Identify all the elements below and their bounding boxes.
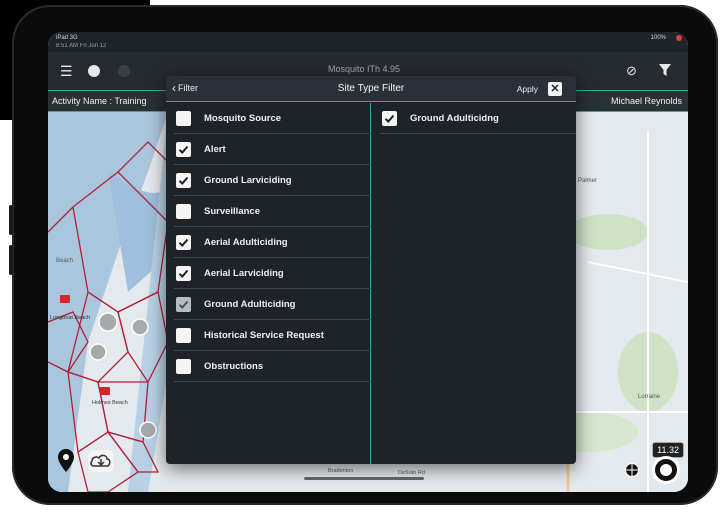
volume-button [9,245,13,275]
filter-option-row[interactable]: Historical Service Request [174,320,371,351]
modal-title: Site Type Filter [337,83,405,94]
map-label: Lorraine [638,394,661,400]
globe-icon[interactable] [624,462,640,478]
filter-option-row[interactable]: Alert [174,134,371,165]
checkbox-unchecked[interactable] [176,110,191,126]
filter-option-row[interactable]: Mosquito Source [174,103,371,134]
user-name: Michael Reynolds [610,96,682,106]
checkbox-checked[interactable] [176,141,191,157]
checkmark-icon [178,269,189,278]
filter-option-label: Ground Adulticiding [204,298,296,310]
filter-option-row[interactable]: Surveillance [174,196,371,227]
volume-button [9,205,13,235]
activity-name: Activity Name : Training [52,96,147,106]
gps-locate-icon[interactable] [652,456,680,484]
map-label: Bradenton [328,468,353,474]
filter-option-row[interactable]: Aerial Larviciding [174,258,371,289]
checkmark-icon [178,145,189,154]
checkbox-unchecked[interactable] [176,327,191,343]
checkmark-icon [178,300,189,309]
status-circle-icon[interactable] [88,65,100,77]
filter-option-label: Aerial Larviciding [204,267,284,279]
checkbox-unchecked[interactable] [176,358,191,374]
screenshot-stage: iPad 3G 8:51 AM Fri Jun 12 100% ☰ Mosqui… [0,0,727,512]
app-screen: iPad 3G 8:51 AM Fri Jun 12 100% ☰ Mosqui… [48,32,688,492]
status-bar: iPad 3G 8:51 AM Fri Jun 12 100% [48,32,688,52]
checkbox-checked[interactable] [176,172,191,188]
map-label: Longboat Beach [50,315,90,321]
status-time: 8:51 AM Fri Jun 12 [56,43,107,49]
site-type-list: Mosquito Source Alert Ground Larviciding Su… [166,103,371,464]
record-indicator-icon [676,35,682,41]
filter-option-row[interactable]: Ground Adulticidng [380,103,576,134]
selected-type-list: Ground Adulticidng [372,103,576,464]
filter-option-label: Obstructions [204,360,264,372]
home-indicator [304,477,424,480]
map-label: Palmer [578,178,597,184]
checkmark-icon [178,176,189,185]
filter-option-label: Ground Adulticidng [410,112,499,124]
checkmark-icon [178,238,189,247]
filter-option-row[interactable]: Ground Larviciding [174,165,371,196]
filter-option-row[interactable]: Obstructions [174,351,371,382]
filter-option-label: Mosquito Source [204,112,282,124]
status-circle-dim-icon[interactable] [118,65,130,77]
checkbox-unchecked[interactable] [176,203,191,219]
filter-option-label: Aerial Adulticiding [204,236,288,248]
cloud-sync-icon[interactable] [88,450,114,472]
map-label: DeSoto Rd [398,470,425,476]
filter-option-label: Ground Larviciding [204,174,292,186]
battery-level: 100% [650,35,666,41]
apply-button[interactable]: Apply [517,84,538,94]
location-pin-icon[interactable] [56,448,76,474]
no-entry-icon[interactable]: ⊘ [626,64,637,78]
filter-option-label: Surveillance [204,205,260,217]
checkbox-checked[interactable] [382,110,397,126]
site-type-filter-modal: ‹ Filter Site Type Filter Apply ✕ Mosqui… [166,76,576,464]
menu-icon[interactable]: ☰ [60,64,73,78]
status-device: iPad 3G [56,35,78,41]
filter-option-row[interactable]: Aerial Adulticiding [174,227,371,258]
map-label: Holmes Beach [92,400,128,406]
app-title: Mosquito ITh 4.95 [328,64,401,74]
checkbox-checked[interactable] [176,296,191,312]
close-icon[interactable]: ✕ [548,82,562,96]
map-label: Beach [56,258,73,264]
checkbox-checked[interactable] [176,265,191,281]
checkbox-checked[interactable] [176,234,191,250]
checkmark-icon [384,114,395,123]
filter-option-label: Alert [204,143,226,155]
filter-option-label: Historical Service Request [204,329,324,341]
modal-header: ‹ Filter Site Type Filter Apply ✕ [166,76,576,102]
filter-option-row[interactable]: Ground Adulticiding [174,289,371,320]
filter-icon[interactable] [658,63,672,79]
